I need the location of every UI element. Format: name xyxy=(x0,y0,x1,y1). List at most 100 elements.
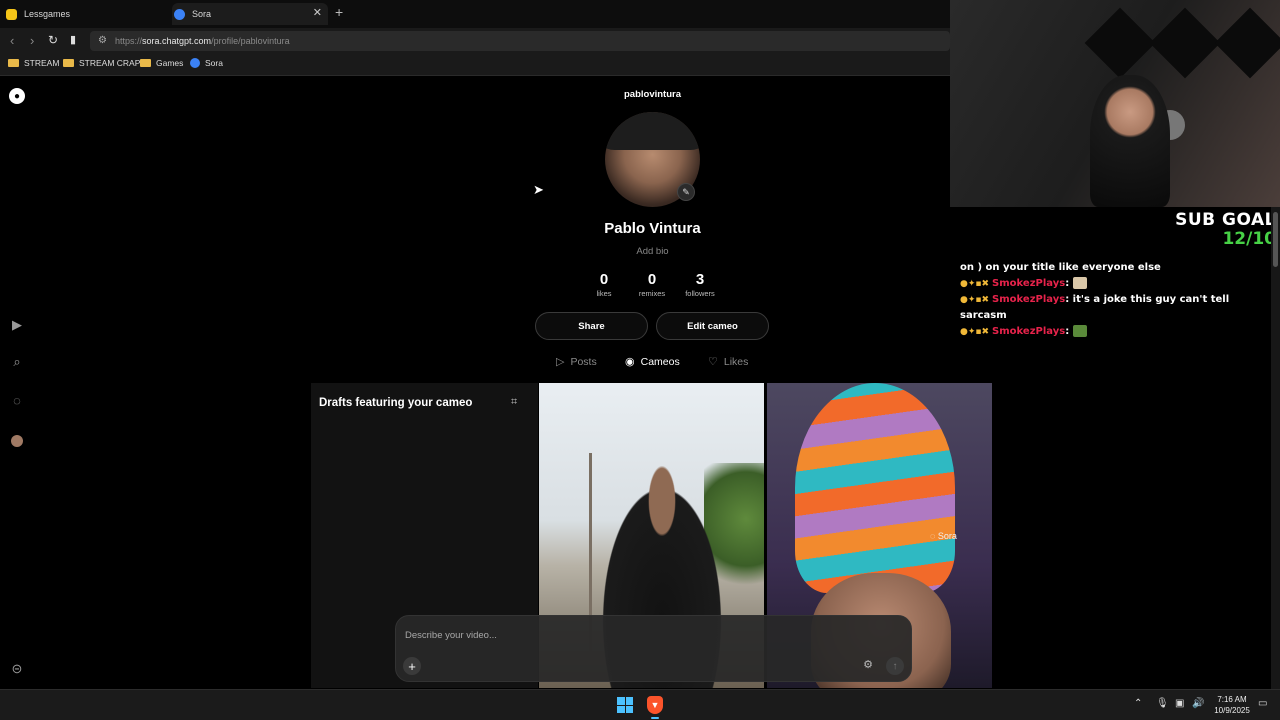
tab-label: Sora xyxy=(192,9,212,19)
tab-posts[interactable]: ▷ Posts xyxy=(556,355,597,369)
browser-tab-bar: Lessgames Sora ✕ + xyxy=(0,0,950,28)
folder-icon xyxy=(8,59,19,67)
bookmark-label: STREAM xyxy=(24,58,60,68)
stat-followers[interactable]: 3 followers xyxy=(675,271,725,298)
chat-emote-icon xyxy=(1072,325,1087,337)
chat-username: SmokezPlays xyxy=(992,278,1066,289)
tab-label: Cameos xyxy=(640,355,680,368)
folder-icon xyxy=(140,59,151,67)
tray-overflow-icon[interactable]: ⌃ xyxy=(1134,698,1142,709)
chat-username: SmokezPlays xyxy=(992,326,1066,337)
active-app-indicator xyxy=(651,717,659,719)
url-scheme: https:// xyxy=(115,36,143,46)
new-tab-button[interactable]: + xyxy=(335,4,343,20)
sora-logo-icon[interactable]: ● xyxy=(9,88,25,104)
more-icon[interactable]: ⊝ xyxy=(9,661,25,677)
site-settings-icon[interactable]: ⚙ xyxy=(98,35,107,46)
stat-value: 3 xyxy=(695,271,705,288)
bookmark-label: Games xyxy=(156,58,184,68)
tab-label: Likes xyxy=(723,355,749,368)
notification-center-icon[interactable]: ▭ xyxy=(1258,698,1267,709)
search-icon[interactable]: ⌕ xyxy=(9,354,25,370)
user-circle-icon: ◉ xyxy=(625,356,635,368)
chat-text: : xyxy=(1065,278,1073,289)
lessgames-favicon-icon xyxy=(6,8,17,20)
sora-watermark: ◌ Sora xyxy=(930,531,957,541)
sub-goal-value: 12/10 xyxy=(1222,229,1276,249)
settings-sliders-icon[interactable]: ⚙ xyxy=(863,658,873,671)
share-button[interactable]: Share xyxy=(535,312,648,340)
profile-username: pablovintura xyxy=(623,89,681,100)
back-icon[interactable]: ‹ xyxy=(10,33,14,48)
notifications-icon[interactable]: ◌ xyxy=(9,392,25,408)
sub-goal-overlay: SUB GOAL 12/10 xyxy=(1150,210,1276,248)
url-path: /profile/pablovintura xyxy=(211,36,290,46)
bookmarks-bar: STREAM STREAM CRAP Games Sora xyxy=(0,54,950,76)
chat-text: : xyxy=(1065,326,1073,337)
profile-avatar-icon[interactable] xyxy=(9,433,25,449)
drafts-title: Drafts featuring your cameo xyxy=(319,397,473,409)
windows-taskbar: ▼ ⌃ 🎙 ▣ 🔊 7:16 AM 10/9/2025 ▭ xyxy=(0,689,1280,720)
bookmark-icon[interactable]: ▮ xyxy=(70,33,76,46)
chat-message: ●✦▪✖ SmokezPlays: xyxy=(960,324,1275,340)
chat-message: ●✦▪✖ SmokezPlays: xyxy=(960,276,1275,292)
tab-label: Lessgames xyxy=(24,9,71,19)
bookmark-sora[interactable]: Sora xyxy=(190,58,223,68)
tab-lessgames[interactable]: Lessgames xyxy=(6,3,166,25)
add-bio-link[interactable]: Add bio xyxy=(560,246,745,257)
tab-likes[interactable]: ♡ Likes xyxy=(708,355,749,369)
feed-icon[interactable]: ▶ xyxy=(9,317,25,333)
profile-display-name: Pablo Vintura xyxy=(604,220,701,237)
tab-label: Posts xyxy=(570,355,597,368)
clock-time: 7:16 AM xyxy=(1217,695,1247,704)
webcam-overlay xyxy=(950,0,1280,207)
stream-chat: on ) on your title like everyone else ●✦… xyxy=(960,260,1275,340)
bookmark-stream[interactable]: STREAM xyxy=(8,58,59,68)
address-toolbar: ‹ › ↻ ▮ ⚙ https://sora.chatgpt.com/profi… xyxy=(0,28,950,54)
prompt-input[interactable]: Describe your video... xyxy=(405,630,497,641)
windows-start-icon[interactable] xyxy=(617,697,633,713)
chat-message: ●✦▪✖ SmokezPlays: it's a joke this guy ca… xyxy=(960,292,1275,324)
forward-icon[interactable]: › xyxy=(30,33,34,48)
prompt-composer[interactable]: Describe your video... + ⚙ ↑ xyxy=(395,615,912,682)
volume-icon[interactable]: 🔊 xyxy=(1192,698,1204,709)
chat-badges-icon: ●✦▪✖ xyxy=(960,279,990,289)
edit-cameo-button[interactable]: Edit cameo xyxy=(656,312,769,340)
clock-date: 10/9/2025 xyxy=(1214,706,1250,715)
play-square-icon: ▷ xyxy=(556,356,565,368)
bookmark-label: STREAM CRAP xyxy=(79,58,141,68)
stat-remixes: 0 remixes xyxy=(627,271,677,298)
chat-badges-icon: ●✦▪✖ xyxy=(960,327,990,337)
brave-browser-icon[interactable]: ▼ xyxy=(647,696,663,714)
network-icon[interactable]: ▣ xyxy=(1175,698,1184,709)
stat-label: likes xyxy=(596,289,612,298)
sub-goal-label: SUB GOAL xyxy=(1175,210,1276,230)
tab-cameos[interactable]: ◉ Cameos xyxy=(625,355,680,369)
tab-sora[interactable]: Sora ✕ xyxy=(172,3,328,25)
chat-emote-icon xyxy=(1072,277,1087,289)
edit-pencil-icon[interactable]: ✎ xyxy=(677,183,695,201)
bookmark-games[interactable]: Games xyxy=(140,58,183,68)
stat-label: remixes xyxy=(638,289,666,298)
page-scrollbar[interactable] xyxy=(1271,207,1280,689)
stat-value: 0 xyxy=(599,271,609,288)
url-host: sora.chatgpt.com xyxy=(142,36,212,46)
chat-badges-icon: ●✦▪✖ xyxy=(960,295,990,305)
chat-message: on ) on your title like everyone else xyxy=(960,262,1161,273)
url-bar[interactable]: ⚙ https://sora.chatgpt.com/profile/pablo… xyxy=(90,31,950,51)
microphone-icon[interactable]: 🎙 xyxy=(1156,698,1169,709)
send-arrow-icon[interactable]: ↑ xyxy=(886,657,904,675)
select-frame-icon[interactable]: ⌗ xyxy=(511,396,517,409)
folder-icon xyxy=(63,59,74,67)
stat-likes: 0 likes xyxy=(579,271,629,298)
stat-label: followers xyxy=(685,289,715,298)
add-attachment-button[interactable]: + xyxy=(403,657,421,675)
stat-value: 0 xyxy=(647,271,657,288)
sora-icon xyxy=(190,58,200,68)
mouse-cursor-icon: ➤ xyxy=(533,182,544,197)
heart-icon: ♡ xyxy=(708,356,718,368)
system-clock[interactable]: 7:16 AM 10/9/2025 xyxy=(1207,694,1257,716)
reload-icon[interactable]: ↻ xyxy=(48,33,58,47)
bookmark-stream-crap[interactable]: STREAM CRAP xyxy=(63,58,140,68)
close-tab-icon[interactable]: ✕ xyxy=(313,6,322,19)
